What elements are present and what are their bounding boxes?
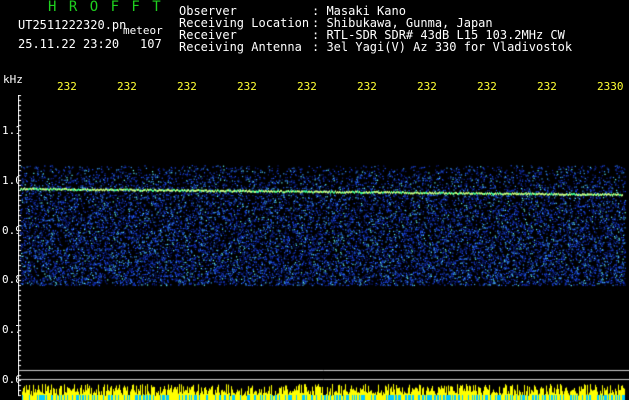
mode-label: meteor [123, 24, 163, 37]
x-tick-label: 232 [417, 80, 437, 93]
x-tick-label: 232 [117, 80, 137, 93]
meteor-count: 107 [140, 37, 162, 51]
spectrogram-plot [18, 95, 629, 400]
x-tick-label: 232 [297, 80, 317, 93]
app-title: H R O F F T [48, 0, 163, 15]
x-tick-label: 232 [237, 80, 257, 93]
axis-unit-label: kHz [3, 73, 23, 86]
file-name: UT2511222320.pn [18, 18, 127, 32]
x-tick-label: 232 [357, 80, 377, 93]
x-tick-label: 232 [477, 80, 497, 93]
x-tick-label: 2330 [597, 80, 624, 93]
date-time: 25.11.22 23:20 [18, 37, 120, 51]
x-tick-label: 232 [537, 80, 557, 93]
x-tick-label: 232 [177, 80, 197, 93]
x-tick-label: 232 [57, 80, 77, 93]
info-value-antenna: : 3el Yagi(V) Az 330 for Vladivostok [312, 40, 573, 54]
info-label-antenna: Receiving Antenna [179, 40, 302, 54]
